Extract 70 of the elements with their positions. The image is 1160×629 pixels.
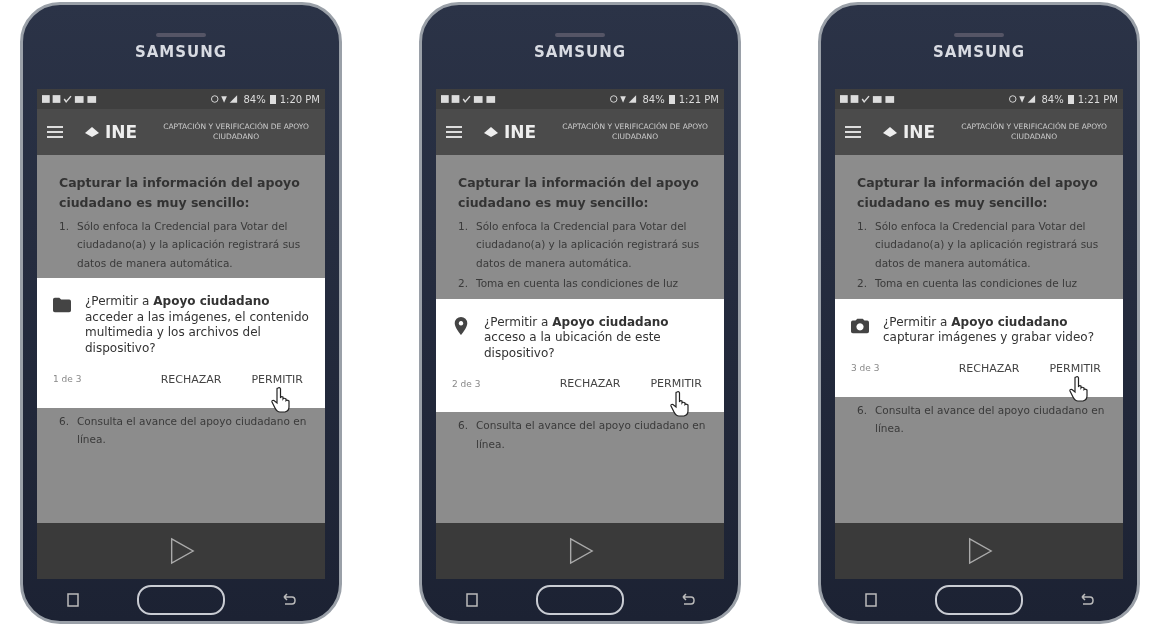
- speaker-grille: [555, 33, 605, 37]
- step-number: 1.: [458, 219, 470, 234]
- battery-icon: [269, 94, 276, 104]
- step-text: Sólo enfoca la Credencial para Votar del ciudadano(a) y la aplicación registrará sus datos de manera automática.: [875, 219, 1100, 271]
- camera-icon: [851, 316, 869, 335]
- recent-apps-icon[interactable]: [464, 593, 480, 607]
- speaker-grille: [954, 33, 1004, 37]
- back-icon[interactable]: [281, 593, 297, 607]
- step-text: Sólo enfoca la Credencial para Votar del ciudadano(a) y la aplicación registrará sus datos de manera automática.: [476, 219, 701, 271]
- allow-button[interactable]: PERMITIR: [245, 370, 309, 388]
- dialog-message: ¿Permitir a Apoyo ciudadano capturar imágenes y grabar video?: [883, 314, 1096, 346]
- step-number: 6.: [458, 418, 470, 434]
- logo-text: INE: [903, 122, 936, 142]
- allow-button[interactable]: PERMITIR: [1043, 359, 1107, 377]
- battery-percent: 84%: [1041, 93, 1064, 105]
- back-icon[interactable]: [680, 593, 696, 607]
- step-text: Consulta el avance del apoyo ciudadano en línea.: [77, 413, 307, 447]
- logo-icon: [883, 127, 897, 137]
- brand-label: SAMSUNG: [932, 43, 1026, 61]
- deny-button[interactable]: RECHAZAR: [952, 359, 1026, 377]
- step-number: 1.: [59, 219, 71, 234]
- step-text: Toma en cuenta las condiciones de luz: [476, 276, 680, 292]
- step-number: 6.: [857, 402, 869, 418]
- signal-icons: [610, 94, 639, 104]
- brand-label: SAMSUNG: [134, 43, 228, 61]
- heading: Capturar la información del apoyo ciudadano es muy sencillo:: [856, 174, 1099, 212]
- recent-apps-icon[interactable]: [863, 593, 879, 607]
- brand-label: SAMSUNG: [533, 43, 627, 61]
- step-text: Sólo enfoca la Credencial para Votar del ciudadano(a) y la aplicación registrará sus datos de manera automática.: [77, 219, 302, 271]
- dialog-message: ¿Permitir a Apoyo ciudadano acceso a la ubicación de este dispositivo?: [484, 314, 670, 362]
- step-text: Toma en cuenta las condiciones de luz: [875, 276, 1079, 292]
- step-number: 6.: [59, 413, 71, 429]
- signal-icons: [211, 94, 240, 104]
- allow-button[interactable]: PERMITIR: [644, 375, 708, 393]
- status-time: 1:21 PM: [1077, 93, 1118, 105]
- logo-text: INE: [504, 122, 537, 142]
- recent-apps-icon[interactable]: [65, 593, 81, 607]
- home-button[interactable]: [935, 585, 1023, 615]
- menu-icon[interactable]: [446, 126, 462, 138]
- step-text: Consulta el avance del apoyo ciudadano en línea.: [875, 402, 1105, 437]
- page-counter: 2 de 3: [452, 378, 482, 389]
- status-time: 1:20 PM: [279, 93, 320, 105]
- step-number: 1.: [857, 219, 869, 234]
- status-time: 1:21 PM: [678, 93, 719, 105]
- page-counter: 1 de 3: [53, 374, 83, 384]
- dialog-message: ¿Permitir a Apoyo ciudadano acceder a las imágenes, el contenido multimedia y los archivos del dispositivo?: [85, 294, 309, 357]
- logo-icon: [484, 127, 498, 137]
- logo-icon: [85, 127, 99, 137]
- home-button[interactable]: [536, 585, 624, 615]
- battery-icon: [668, 94, 675, 104]
- back-icon[interactable]: [1079, 593, 1095, 607]
- step-text: Consulta el avance del apoyo ciudadano en línea.: [476, 418, 706, 452]
- deny-button[interactable]: RECHAZAR: [553, 375, 627, 393]
- battery-icon: [1067, 94, 1074, 104]
- folder-icon: [53, 296, 71, 315]
- battery-percent: 84%: [243, 93, 266, 105]
- location-pin-icon: [452, 316, 470, 335]
- speaker-grille: [156, 33, 206, 37]
- heading: Capturar la información del apoyo ciudadano es muy sencillo:: [457, 174, 700, 212]
- menu-icon[interactable]: [47, 126, 63, 138]
- heading: Capturar la información del apoyo ciudadano es muy sencillo:: [58, 174, 301, 212]
- page-counter: 3 de 3: [851, 363, 881, 374]
- step-number: 2.: [857, 276, 869, 292]
- signal-icons: [1009, 94, 1038, 104]
- logo-text: INE: [105, 122, 138, 142]
- battery-percent: 84%: [642, 93, 665, 105]
- home-button[interactable]: [137, 585, 225, 615]
- menu-icon[interactable]: [845, 126, 861, 138]
- deny-button[interactable]: RECHAZAR: [154, 370, 228, 388]
- step-number: 2.: [458, 276, 470, 292]
